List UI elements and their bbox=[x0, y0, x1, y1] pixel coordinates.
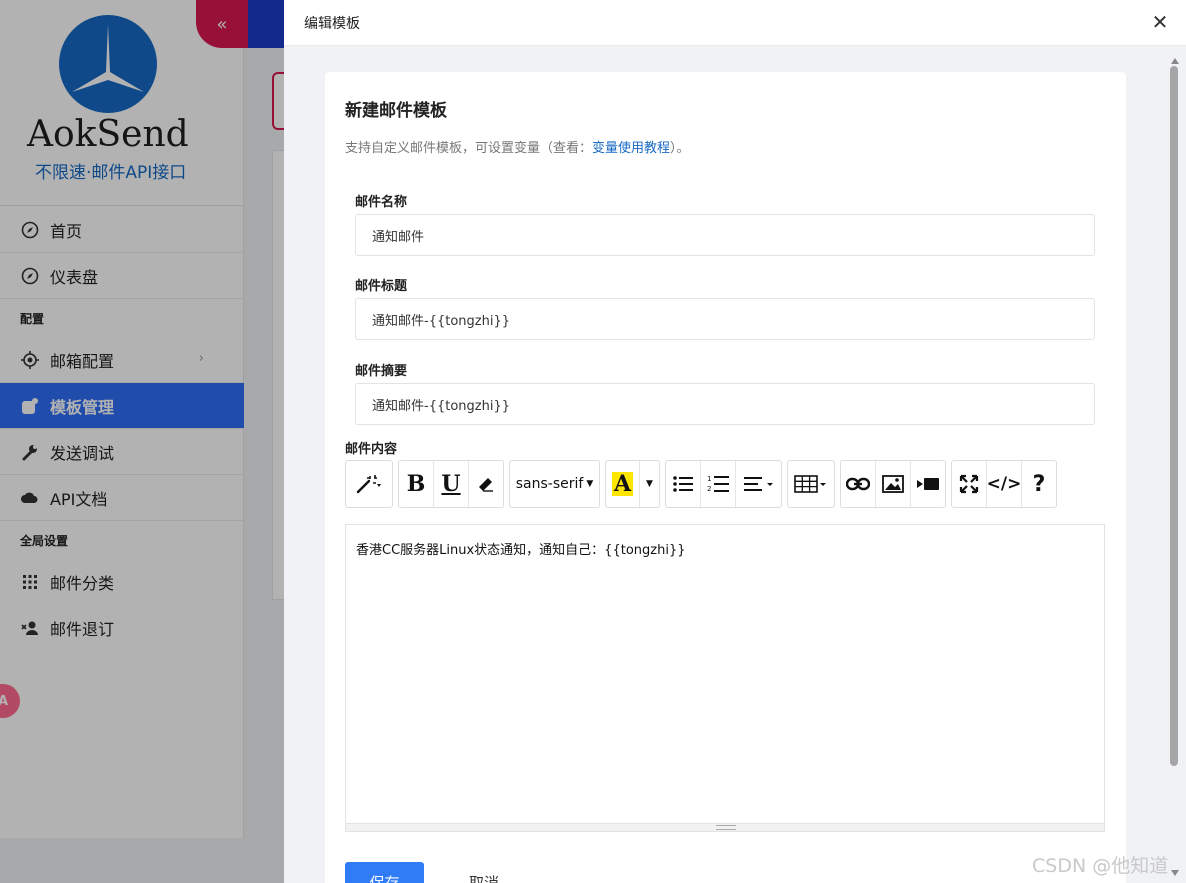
svg-text:1: 1 bbox=[707, 475, 711, 483]
toolbar-group-view: </> ? bbox=[951, 460, 1057, 508]
subject-input[interactable] bbox=[355, 298, 1095, 340]
rich-text-editor[interactable]: 香港CC服务器Linux状态通知，通知自己：{{tongzhi}} bbox=[345, 524, 1105, 824]
variable-tutorial-link[interactable]: 变量使用教程 bbox=[592, 141, 670, 156]
code-view-icon[interactable]: </> bbox=[987, 461, 1022, 507]
text-color-icon[interactable]: A bbox=[606, 461, 640, 507]
video-icon[interactable] bbox=[911, 461, 945, 507]
font-family-value: sans-serif bbox=[515, 476, 584, 492]
desc-suffix: ）。 bbox=[670, 141, 690, 156]
color-caret-icon[interactable]: ▼ bbox=[640, 461, 659, 507]
name-input[interactable] bbox=[355, 214, 1095, 256]
toolbar-group-color: A ▼ bbox=[605, 460, 660, 508]
bold-icon[interactable]: B bbox=[399, 461, 434, 507]
close-icon[interactable]: ✕ bbox=[1148, 10, 1172, 34]
toolbar-group-insert bbox=[840, 460, 946, 508]
scrollbar[interactable] bbox=[1168, 58, 1180, 883]
watermark: CSDN @他知道 bbox=[1032, 855, 1169, 877]
desc-prefix: 支持自定义邮件模板，可设置变量（查看： bbox=[345, 141, 593, 156]
align-icon[interactable] bbox=[736, 461, 781, 507]
link-icon[interactable] bbox=[841, 461, 876, 507]
toolbar-group-table bbox=[787, 460, 835, 508]
eraser-icon[interactable] bbox=[469, 461, 503, 507]
image-icon[interactable] bbox=[876, 461, 911, 507]
scroll-up-icon[interactable] bbox=[1171, 58, 1179, 64]
form-title: 新建邮件模板 bbox=[345, 101, 447, 121]
font-family-select[interactable]: sans-serif ▼ bbox=[510, 461, 599, 507]
editor-resize-handle[interactable] bbox=[345, 824, 1105, 832]
drawer-title: 编辑模板 bbox=[304, 16, 360, 32]
bullet-list-icon[interactable] bbox=[666, 461, 701, 507]
numbered-list-icon[interactable]: 12 bbox=[701, 461, 736, 507]
edit-template-drawer: 编辑模板 ✕ 新建邮件模板 支持自定义邮件模板，可设置变量（查看：变量使用教程）… bbox=[284, 0, 1186, 883]
name-label: 邮件名称 bbox=[355, 195, 408, 210]
subject-label: 邮件标题 bbox=[355, 279, 408, 294]
svg-text:2: 2 bbox=[707, 485, 711, 493]
content-label: 邮件内容 bbox=[345, 442, 398, 457]
summary-input[interactable] bbox=[355, 383, 1095, 425]
help-icon[interactable]: ? bbox=[1022, 461, 1056, 507]
toolbar-group-font: sans-serif ▼ bbox=[509, 460, 600, 508]
template-form: 新建邮件模板 支持自定义邮件模板，可设置变量（查看：变量使用教程）。 邮件名称 … bbox=[325, 72, 1126, 883]
editor-content[interactable]: 香港CC服务器Linux状态通知，通知自己：{{tongzhi}} bbox=[356, 539, 685, 558]
drawer-header: 编辑模板 ✕ bbox=[284, 0, 1186, 46]
save-button[interactable]: 保存 bbox=[345, 862, 424, 883]
fullscreen-icon[interactable] bbox=[952, 461, 987, 507]
scroll-down-icon[interactable] bbox=[1171, 870, 1179, 876]
scrollbar-thumb[interactable] bbox=[1170, 66, 1178, 766]
form-description: 支持自定义邮件模板，可设置变量（查看：变量使用教程）。 bbox=[345, 137, 690, 156]
toolbar-group-paragraph: 12 bbox=[665, 460, 782, 508]
toolbar-group-format: B U bbox=[398, 460, 504, 508]
table-icon[interactable] bbox=[788, 461, 834, 507]
summary-label: 邮件摘要 bbox=[355, 364, 408, 379]
cancel-button[interactable]: 取消 bbox=[444, 862, 524, 883]
toolbar-group-style bbox=[345, 460, 393, 508]
magic-wand-icon[interactable] bbox=[346, 461, 392, 507]
editor-toolbar: B U sans-serif ▼ A ▼ 12 </> ? bbox=[345, 460, 1105, 510]
underline-icon[interactable]: U bbox=[434, 461, 469, 507]
resize-grip-icon bbox=[716, 825, 736, 830]
caret-down-icon: ▼ bbox=[586, 479, 594, 489]
